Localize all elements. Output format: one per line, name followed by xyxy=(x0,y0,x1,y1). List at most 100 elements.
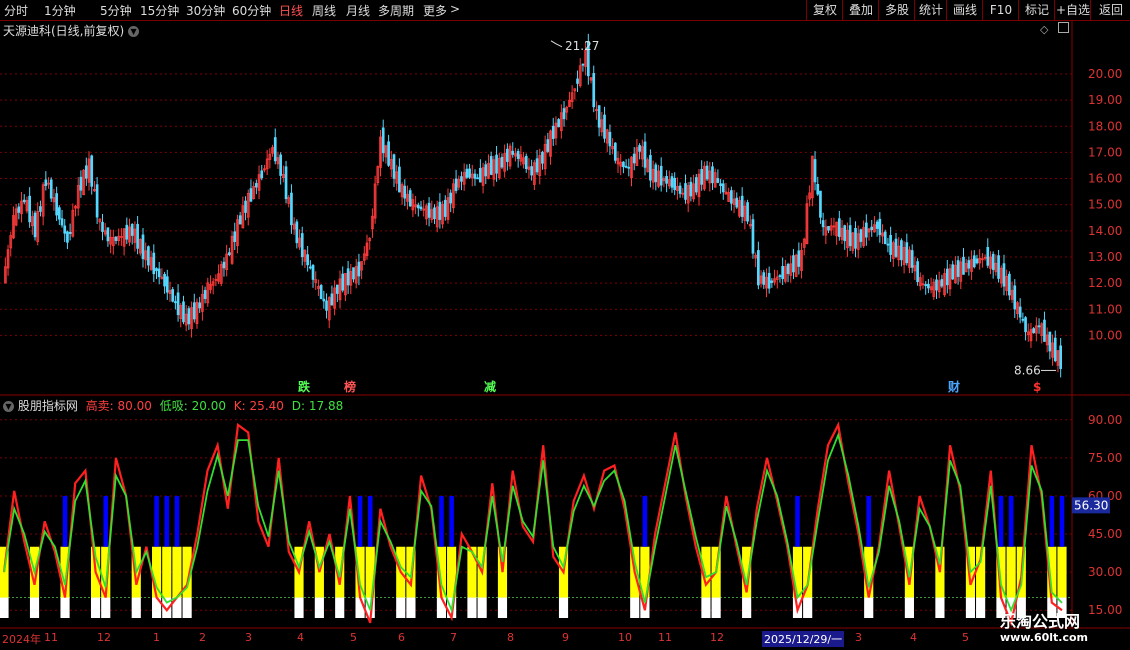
price-tick-label: 15.00 xyxy=(1088,198,1122,212)
candle-body xyxy=(524,155,528,170)
candle-body xyxy=(684,183,687,200)
signal-blue-bar xyxy=(174,495,180,547)
candle-body xyxy=(927,283,930,289)
candle-body xyxy=(244,200,247,213)
low-zone-white-bar xyxy=(711,597,721,618)
candle-body xyxy=(854,228,857,249)
candle-body xyxy=(500,156,504,168)
candle-body xyxy=(951,264,955,280)
candle-body xyxy=(125,224,129,240)
candle-body xyxy=(147,246,150,266)
candle-body xyxy=(819,190,822,218)
low-zone-white-bar xyxy=(60,597,70,618)
price-tick-label: 16.00 xyxy=(1088,172,1122,186)
candle-body xyxy=(68,232,72,234)
candle-body xyxy=(878,218,882,236)
signal-blue-bar xyxy=(154,495,159,547)
candle-body xyxy=(972,255,976,268)
low-zone-white-bar xyxy=(436,597,447,618)
signal-blue-bar xyxy=(642,495,648,547)
price-tick-label: 20.00 xyxy=(1088,67,1122,81)
candle-body xyxy=(79,176,83,191)
candle-body xyxy=(649,155,652,181)
candle-body xyxy=(956,260,960,277)
candle-body xyxy=(114,236,118,241)
candle-body xyxy=(357,261,361,277)
candle-body xyxy=(711,166,714,184)
low-price-label: 8.66 xyxy=(1014,363,1041,377)
stock-chart[interactable]: 20.00 19.00 18.00 17.00 16.00 15.00 14.00 13.00… xyxy=(0,0,1130,650)
candle-body xyxy=(551,125,555,139)
candle-body xyxy=(279,154,282,176)
candle-body xyxy=(341,273,345,291)
candle-body xyxy=(174,301,177,304)
candle-body xyxy=(762,272,766,285)
candle-body xyxy=(346,268,350,286)
candle-body xyxy=(33,212,37,238)
date-label-13: 11 xyxy=(658,631,672,644)
candle-body xyxy=(967,260,971,269)
candle-body xyxy=(1032,328,1036,334)
candle-body xyxy=(238,215,242,225)
low-zone-yellow-bar xyxy=(467,546,477,598)
candle-body xyxy=(1043,319,1046,342)
low-zone-white-bar xyxy=(131,597,141,618)
candle-body xyxy=(735,197,739,208)
candle-body xyxy=(63,225,67,234)
candle-body xyxy=(489,156,493,175)
candle-body xyxy=(387,141,390,166)
candle-body xyxy=(592,73,596,108)
price-tick-label: 19.00 xyxy=(1088,93,1122,107)
candle-body xyxy=(300,233,304,258)
candle-body xyxy=(141,234,145,260)
candle-body xyxy=(848,225,852,247)
candle-body xyxy=(638,145,641,152)
low-zone-white-bar xyxy=(864,597,874,618)
low-zone-yellow-bar xyxy=(1006,546,1016,598)
candle-body xyxy=(924,284,928,287)
low-zone-white-bar xyxy=(935,597,945,618)
event-marker: 财 xyxy=(947,379,960,394)
candle-body xyxy=(1018,306,1022,318)
candle-body xyxy=(57,207,61,220)
candle-body xyxy=(130,223,134,236)
date-label-9: 7 xyxy=(450,631,457,644)
candle-body xyxy=(506,148,509,162)
candle-body xyxy=(962,256,965,275)
candle-body xyxy=(468,168,471,178)
signal-blue-bar xyxy=(62,495,68,547)
candle-body xyxy=(716,178,720,183)
candle-body xyxy=(187,308,191,325)
candle-body xyxy=(673,178,677,191)
candle-body xyxy=(654,164,658,183)
low-zone-white-bar xyxy=(294,597,304,618)
candle-body xyxy=(889,235,892,255)
date-label-4: 2 xyxy=(199,631,206,644)
candle-body xyxy=(562,108,566,120)
candle-body xyxy=(311,264,315,280)
event-marker: $ xyxy=(1033,380,1041,394)
signal-blue-bar xyxy=(795,495,800,547)
candle-body xyxy=(465,168,469,178)
candle-body xyxy=(864,222,868,238)
low-zone-white-bar xyxy=(558,597,569,618)
candle-body xyxy=(1048,331,1052,352)
candle-body xyxy=(816,184,820,195)
candle-body xyxy=(136,223,139,249)
watermark-title: 乐淘公式网 xyxy=(1000,612,1081,631)
candle-body xyxy=(1008,273,1011,296)
candle-body xyxy=(335,284,339,294)
candle-body xyxy=(689,181,693,197)
candle-body xyxy=(991,253,995,270)
candle-body xyxy=(438,201,442,220)
candle-body xyxy=(770,280,774,283)
candle-body xyxy=(778,275,782,278)
candle-body xyxy=(557,119,560,128)
date-label-14: 12 xyxy=(710,631,724,644)
low-zone-white-bar xyxy=(742,597,752,618)
low-zone-white-bar xyxy=(182,597,192,618)
candle-body xyxy=(622,161,625,168)
candle-body xyxy=(721,183,725,193)
low-zone-white-bar xyxy=(904,597,914,618)
candle-body xyxy=(541,151,544,164)
